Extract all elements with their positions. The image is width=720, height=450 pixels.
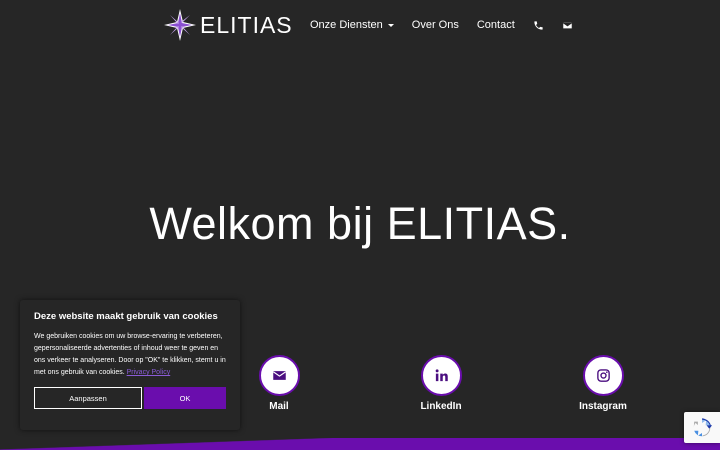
logo[interactable]: ELITIAS [164,9,293,41]
ok-button[interactable]: OK [144,387,226,409]
logo-text: ELITIAS [200,11,293,38]
social-label: Mail [269,401,289,412]
purple-footer-strip [0,438,720,450]
social-mail[interactable]: Mail [239,355,319,412]
chevron-down-icon [387,23,394,27]
envelope-icon [272,371,286,380]
social-circle [258,355,300,396]
social-instagram[interactable]: Instagram [563,355,643,412]
linkedin-icon [435,369,448,382]
social-circle [420,355,462,396]
privacy-policy-link[interactable]: Privacy Policy [127,369,171,376]
cookie-buttons: Aanpassen OK [34,387,226,409]
nav-item-over-ons[interactable]: Over Ons [412,19,459,31]
customize-button[interactable]: Aanpassen [34,387,142,409]
social-label: Instagram [579,401,627,412]
social-linkedin[interactable]: LinkedIn [401,355,481,412]
nav-item-label: Over Ons [411,19,459,31]
nav-item-onze-diensten[interactable]: Onze Diensten [310,19,394,31]
nav-item-label: Onze Diensten [310,19,383,31]
nav-item-label: Contact [476,19,515,31]
star-logo-icon [164,9,196,41]
recaptcha-icon [693,417,713,436]
instagram-icon [596,369,610,382]
hero-title: Welkom bij ELITIAS. [149,198,571,249]
recaptcha-badge[interactable] [684,412,720,443]
social-circle [582,355,624,396]
social-label: LinkedIn [420,401,462,412]
site-header: ELITIAS Onze Diensten Over Ons Contact [0,0,720,50]
main-nav: Onze Diensten Over Ons Contact [310,0,591,50]
envelope-icon[interactable] [562,20,573,31]
phone-icon[interactable] [533,20,544,31]
cookie-banner: Deze website maakt gebruik van cookies W… [20,300,240,430]
cookie-title: Deze website maakt gebruik van cookies [34,311,218,322]
cookie-text: We gebruiken cookies om uw browse-ervari… [34,331,226,379]
nav-item-contact[interactable]: Contact [477,19,515,31]
